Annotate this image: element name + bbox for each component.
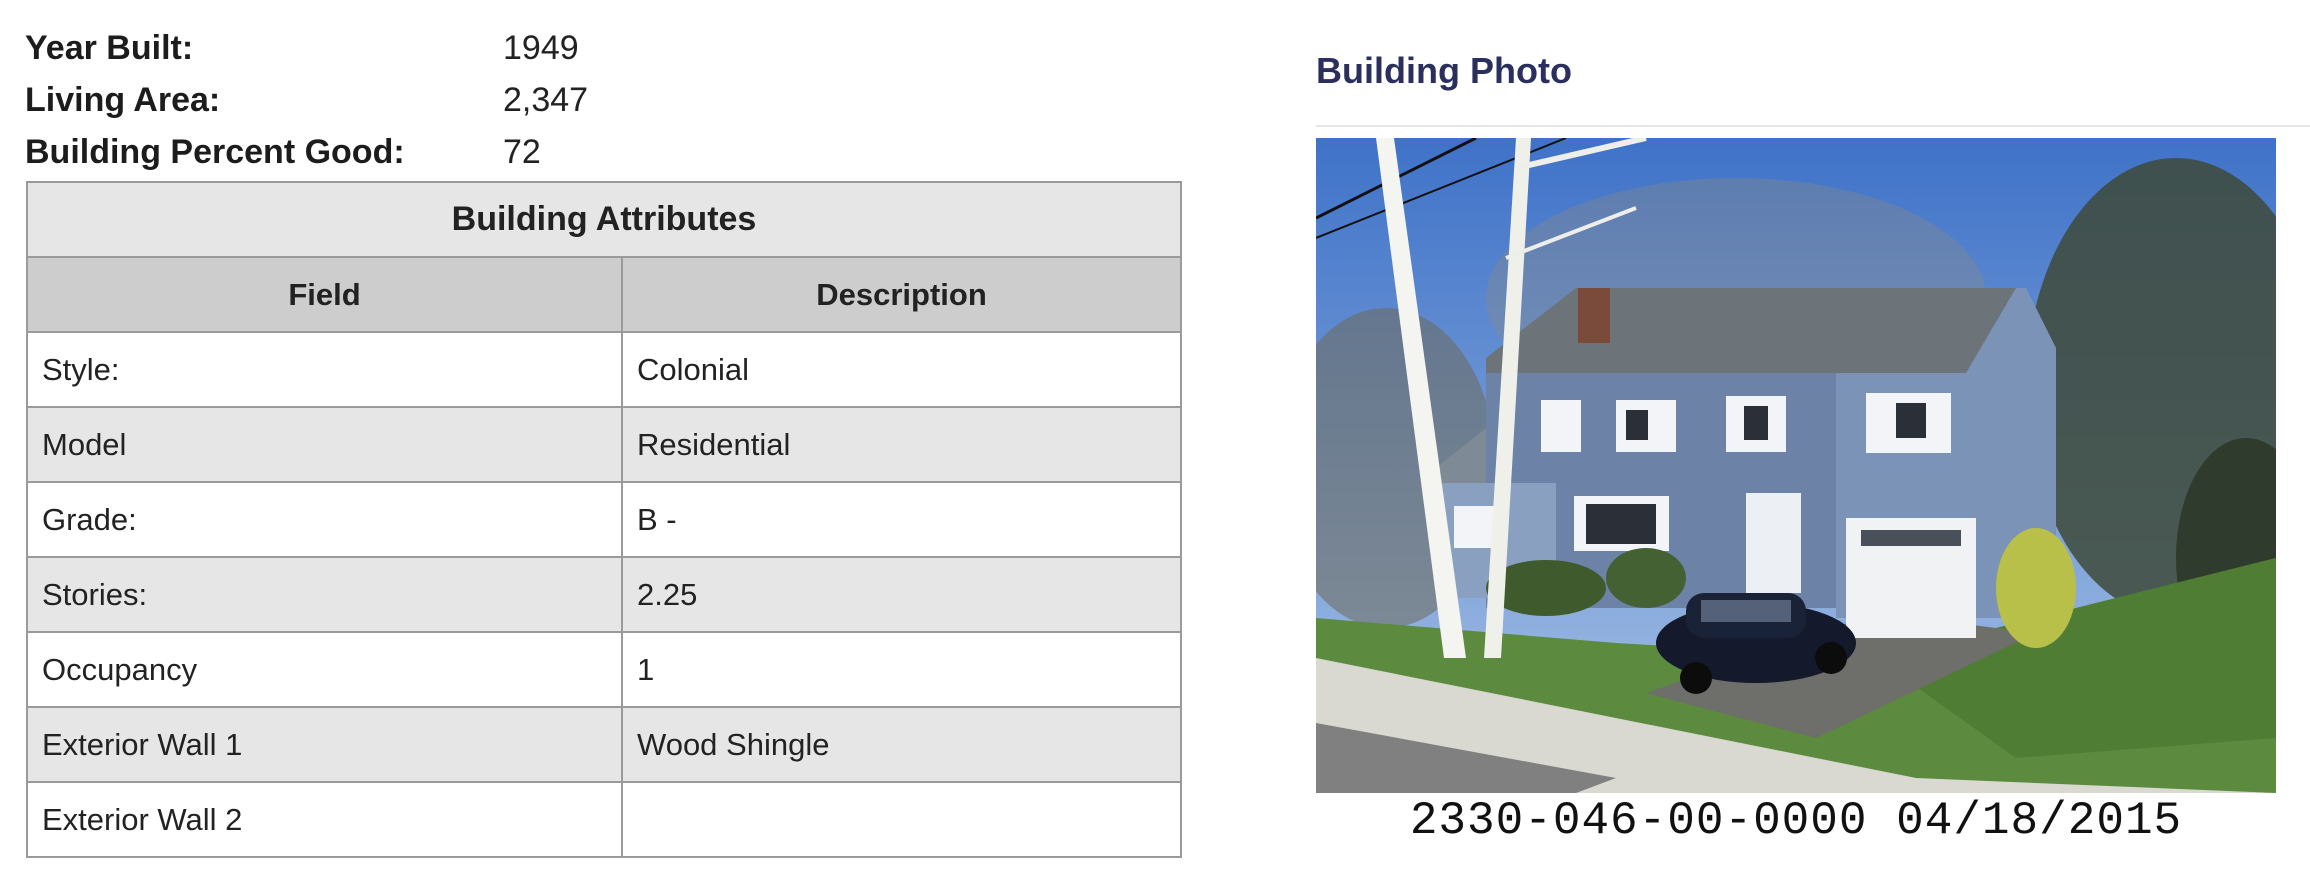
building-summary: Year Built: 1949 Living Area: 2,347 Buil… [25,22,1185,178]
description-cell: 2.25 [621,556,1182,633]
description-cell [621,781,1182,858]
summary-label: Building Percent Good: [25,132,405,171]
summary-label: Living Area: [25,80,221,119]
section-divider [1316,125,2310,127]
table-row: Stories: 2.25 [26,556,1182,633]
description-cell: B - [621,481,1182,558]
field-cell: Stories: [26,556,623,633]
field-cell: Exterior Wall 1 [26,706,623,783]
table-caption: Building Attributes [26,181,1182,258]
field-cell: Style: [26,331,623,408]
description-cell: 1 [621,631,1182,708]
table-header-row: Field Description [26,256,1182,333]
field-cell: Occupancy [26,631,623,708]
summary-label: Year Built: [25,28,194,67]
building-attributes-table: Building Attributes Field Description St… [26,181,1182,858]
field-cell: Grade: [26,481,623,558]
table-row: Model Residential [26,406,1182,483]
table-row: Exterior Wall 2 [26,781,1182,858]
table-row: Exterior Wall 1 Wood Shingle [26,706,1182,783]
column-header-description: Description [621,256,1182,333]
field-cell: Model [26,406,623,483]
table-caption-row: Building Attributes [26,181,1182,258]
summary-value: 72 [503,132,541,171]
photo-section-title: Building Photo [1316,50,1572,91]
description-cell: Wood Shingle [621,706,1182,783]
description-cell: Colonial [621,331,1182,408]
photo-caption: 2330-046-00-0000 04/18/2015 [1409,795,2183,847]
summary-row-year-built: Year Built: 1949 [25,22,1185,74]
summary-value: 1949 [503,28,579,67]
summary-row-living-area: Living Area: 2,347 [25,74,1185,126]
table-row: Style: Colonial [26,331,1182,408]
column-header-field: Field [26,256,623,333]
summary-row-percent-good: Building Percent Good: 72 [25,126,1185,178]
description-cell: Residential [621,406,1182,483]
table-row: Occupancy 1 [26,631,1182,708]
table-row: Grade: B - [26,481,1182,558]
field-cell: Exterior Wall 2 [26,781,623,858]
building-photo[interactable] [1316,138,2276,793]
summary-value: 2,347 [503,80,589,119]
